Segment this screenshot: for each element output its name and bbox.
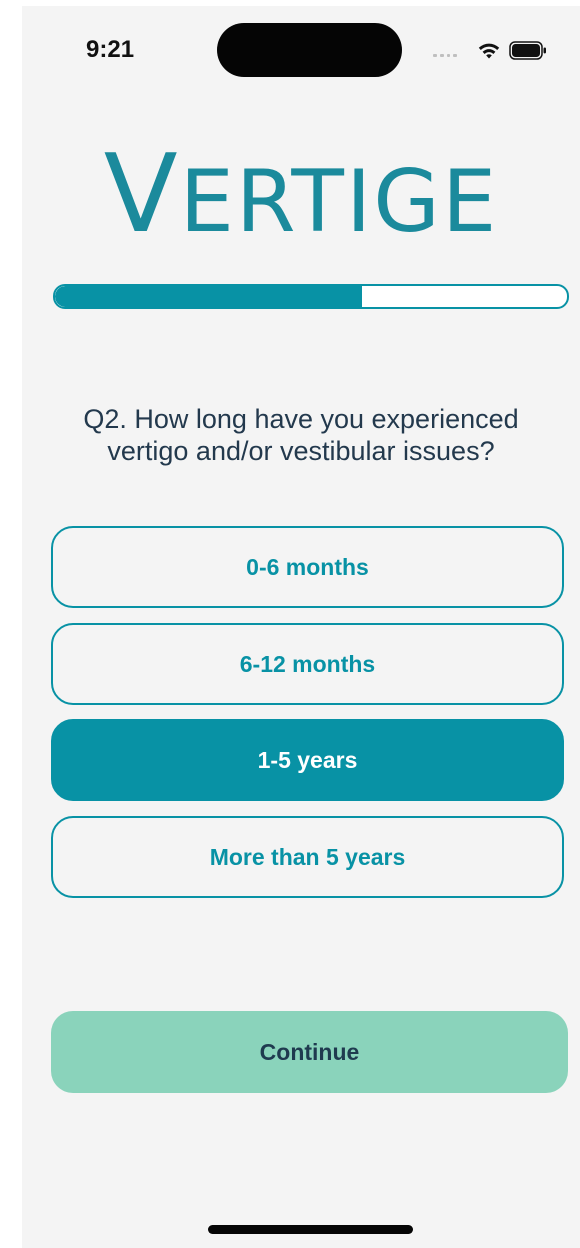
logo-rest: ERTIGE	[179, 152, 499, 252]
option-label: 0-6 months	[246, 553, 369, 580]
status-time: 9:21	[86, 36, 135, 63]
progress-fill	[55, 286, 363, 307]
option-label: 1-5 years	[257, 746, 358, 773]
option-more-than-5-years[interactable]: More than 5 years	[51, 816, 564, 898]
option-6-12-months[interactable]: 6-12 months	[51, 623, 564, 705]
app-logo: VERTIGE	[22, 141, 580, 249]
battery-icon	[509, 41, 546, 60]
option-label: 6-12 months	[239, 650, 376, 677]
signal-icon	[433, 54, 457, 58]
wifi-icon	[478, 43, 500, 59]
question-text: Q2. How long have you experienced vertig…	[83, 404, 519, 466]
option-1-5-years[interactable]: 1-5 years	[51, 719, 564, 801]
progress-bar	[53, 284, 569, 309]
logo-first-letter: V	[103, 132, 180, 257]
option-0-6-months[interactable]: 0-6 months	[51, 526, 564, 608]
continue-button[interactable]: Continue	[51, 1011, 568, 1093]
option-label: More than 5 years	[209, 843, 406, 870]
dynamic-island	[217, 23, 402, 77]
phone-screen: 9:21 VERTIGE Q2. How long have you exper…	[22, 6, 580, 1248]
continue-label: Continue	[259, 1038, 360, 1065]
home-indicator	[208, 1225, 413, 1234]
